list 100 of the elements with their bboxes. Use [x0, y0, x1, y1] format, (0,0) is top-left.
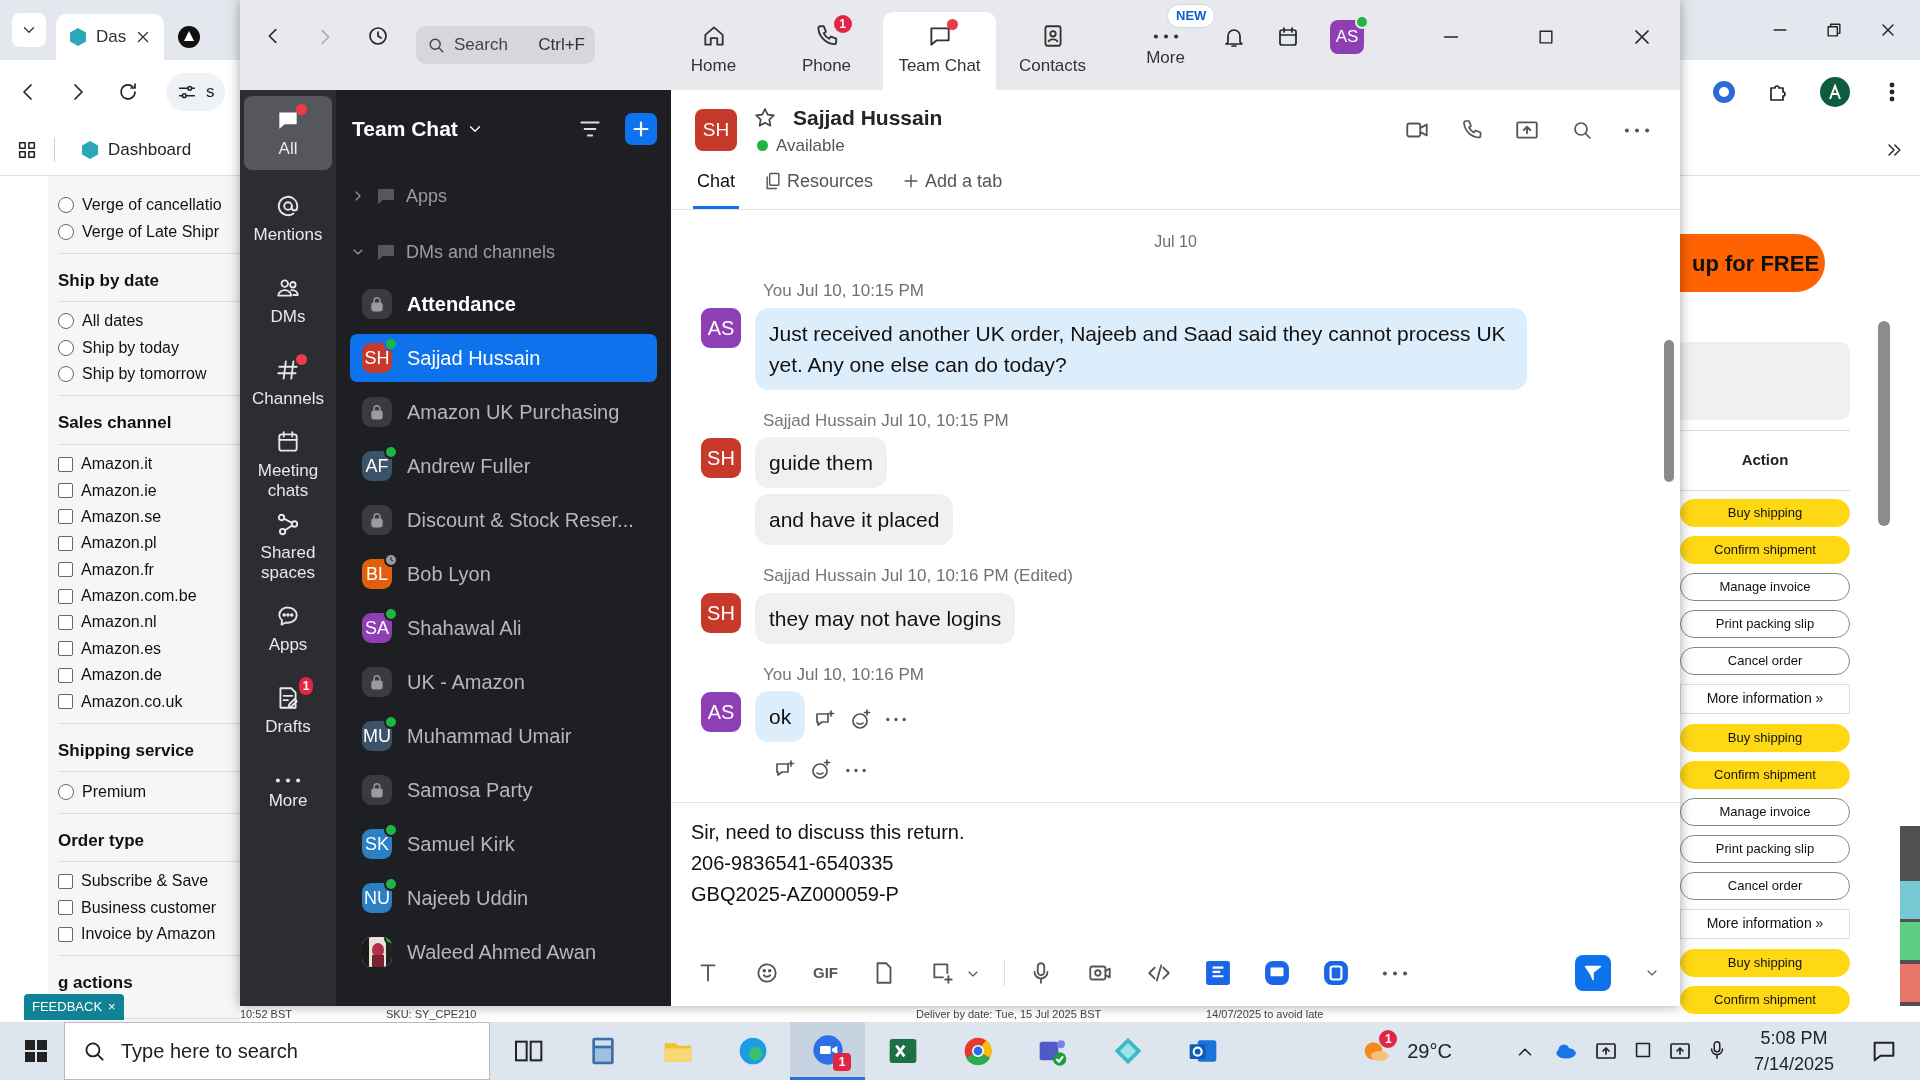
checkbox[interactable] [58, 483, 73, 499]
message-bubble: ok [755, 691, 806, 742]
checkbox[interactable] [58, 509, 73, 525]
list-title[interactable]: Team Chat [352, 113, 484, 145]
profile-avatar-icon[interactable] [1820, 77, 1850, 107]
radio-button[interactable] [58, 197, 74, 214]
chat-list-item[interactable]: NU Najeeb Uddin [350, 874, 657, 922]
checkbox[interactable] [58, 456, 73, 472]
screenshot-icon[interactable] [930, 960, 956, 986]
scrollbar-thumb[interactable] [1664, 340, 1674, 482]
more-icon[interactable] [885, 716, 908, 723]
add-reaction-icon[interactable] [809, 758, 833, 782]
chat-list-item[interactable]: BL Bob Lyon [350, 550, 657, 598]
bookmark[interactable]: Dashboard [71, 131, 201, 168]
action-button[interactable]: Buy shipping [1680, 723, 1850, 752]
checkbox[interactable] [58, 694, 73, 710]
radio-button[interactable] [58, 783, 74, 800]
action-button[interactable]: Confirm shipment [1680, 535, 1850, 564]
sidebar-item[interactable]: All [244, 96, 332, 170]
sidebar-item[interactable]: DMs [244, 260, 332, 342]
chat-list-item[interactable]: AF Andrew Fuller [350, 442, 657, 490]
chat-list-item[interactable]: Waleed Ahmed Awan [350, 928, 657, 976]
new-chat-button[interactable] [625, 113, 657, 145]
scrollbar-thumb[interactable] [1878, 321, 1890, 526]
radio-button[interactable] [58, 223, 74, 240]
extension-icon[interactable] [1712, 80, 1736, 104]
action-button[interactable]: Manage invoice [1680, 797, 1850, 826]
checkbox[interactable] [58, 667, 73, 683]
checkbox[interactable] [58, 588, 73, 604]
checkbox[interactable] [58, 641, 73, 657]
checkbox[interactable] [58, 615, 73, 630]
nav-tab[interactable]: Team Chat [883, 12, 996, 90]
checkbox[interactable] [58, 926, 73, 942]
address-text[interactable]: s [206, 79, 215, 105]
calendar-icon[interactable] [1276, 25, 1300, 49]
maximize-icon[interactable] [1536, 27, 1556, 47]
chat-list-item[interactable]: Samosa Party [350, 766, 657, 814]
action-button[interactable]: Cancel order [1680, 646, 1850, 675]
sidebar-item[interactable]: Apps [244, 588, 332, 670]
star-icon[interactable] [753, 105, 777, 130]
sidebar-item[interactable]: Shared spaces [244, 506, 332, 588]
chat-tab[interactable]: Add a tab [897, 156, 1007, 209]
checkbox[interactable] [58, 900, 73, 916]
sidebar-item[interactable]: 1 Drafts [244, 670, 332, 752]
action-button[interactable]: Buy shipping [1680, 498, 1850, 527]
status-dot [757, 140, 768, 152]
section-header[interactable]: DMs and channels [350, 224, 657, 280]
clock-date[interactable]: 7/14/2025 [1753, 1051, 1834, 1077]
nav-tab[interactable]: Home [657, 12, 770, 90]
chat-list-item[interactable]: Amazon UK Purchasing [350, 388, 657, 436]
chat-list-item[interactable]: MU Muhammad Umair [350, 712, 657, 760]
checkbox[interactable] [58, 873, 73, 889]
sidebar-item[interactable]: Channels [244, 342, 332, 424]
browser-tab[interactable]: Das [56, 14, 165, 60]
app-icon[interactable] [1323, 960, 1349, 986]
chat-list-item[interactable]: Attendance [350, 280, 657, 328]
chat-list-item[interactable]: UK - Amazon [350, 658, 657, 706]
action-button[interactable]: Confirm shipment [1680, 760, 1850, 789]
sender-name: You [763, 664, 792, 684]
restore-icon[interactable] [1824, 20, 1844, 40]
checkbox[interactable] [58, 535, 73, 551]
action-button[interactable]: Print packing slip [1680, 834, 1850, 863]
action-button[interactable]: More information » [1680, 908, 1850, 939]
action-button[interactable]: Cancel order [1680, 871, 1850, 900]
section-header[interactable]: Apps [350, 168, 657, 224]
action-button[interactable]: Confirm shipment [1680, 985, 1850, 1014]
sidebar-item[interactable]: Mentions [244, 178, 332, 260]
sidebar-item[interactable]: Meeting chats [244, 424, 332, 506]
chat-list-item[interactable]: SH Sajjad Hussain [350, 334, 657, 382]
action-button[interactable]: Buy shipping [1680, 948, 1850, 977]
chat-list-item[interactable]: SA Shahawal Ali [350, 604, 657, 652]
search-field[interactable]: Search Ctrl+F [416, 26, 595, 64]
action-button[interactable]: Manage invoice [1680, 572, 1850, 601]
sign-up-button[interactable]: up for FREE [1680, 234, 1826, 292]
nav-tab[interactable]: Contacts [996, 12, 1109, 90]
action-button[interactable]: More information » [1680, 683, 1850, 714]
chat-tab[interactable]: Resources [759, 156, 878, 209]
radio-button[interactable] [58, 339, 74, 356]
checkbox[interactable] [58, 562, 73, 578]
chat-tab[interactable]: Chat [693, 156, 740, 209]
app-icon[interactable] [1264, 960, 1290, 986]
nav-tab[interactable]: 1 Phone [770, 12, 883, 90]
radio-button[interactable] [58, 366, 74, 383]
clock-time[interactable]: 5:08 PM [1753, 1025, 1834, 1051]
gif-button[interactable]: GIF [813, 961, 838, 985]
app-icon[interactable] [1205, 960, 1231, 986]
user-avatar[interactable]: AS [1330, 20, 1364, 54]
action-button[interactable]: Print packing slip [1680, 609, 1850, 638]
sidebar-item[interactable]: More [244, 752, 332, 834]
chat-list-item[interactable]: Discount & Stock Reser... [350, 496, 657, 544]
send-button[interactable] [1575, 955, 1611, 991]
chat-list-item[interactable]: SK Samuel Kirk [350, 820, 657, 868]
start-icon[interactable] [24, 1039, 48, 1063]
search-field[interactable]: Type here to search [64, 1022, 490, 1080]
radio-button[interactable] [58, 313, 74, 330]
feedback-tab[interactable]: FEEDBACK × [24, 994, 124, 1020]
history-icon[interactable] [366, 24, 390, 48]
more-icon[interactable] [845, 766, 867, 774]
taskbar-app[interactable]: 1 [790, 1022, 865, 1080]
message-input[interactable]: Sir, need to discuss this return. 206-9836541-6540335 GBQ2025-AZ000059-P [671, 802, 1680, 954]
